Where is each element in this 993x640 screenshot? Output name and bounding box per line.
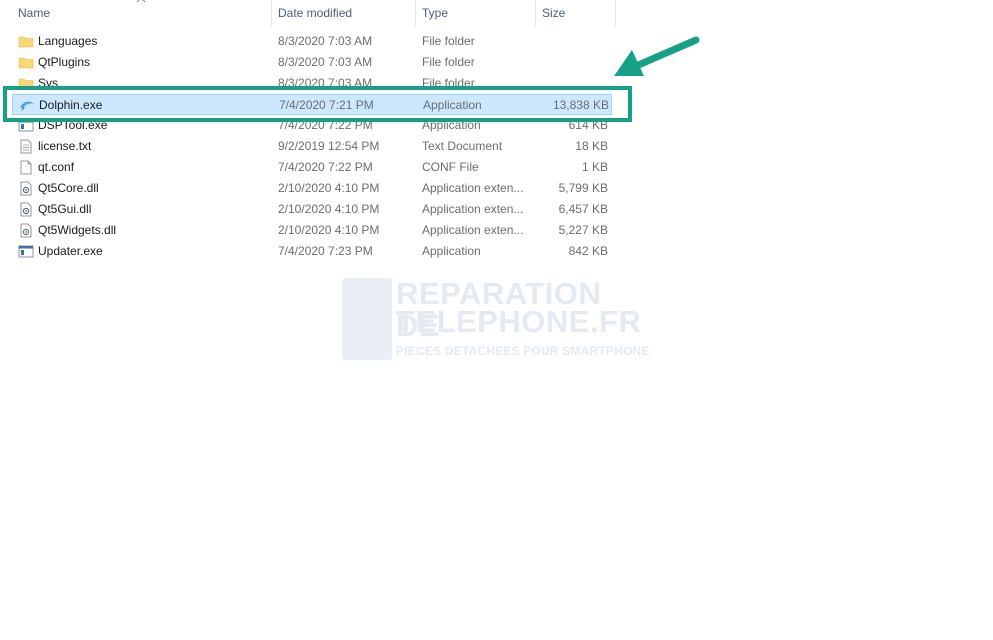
file-type: File folder (422, 34, 475, 48)
file-size: 18 KB (575, 139, 608, 153)
file-name: Qt5Core.dll (38, 181, 99, 195)
dll-icon (18, 202, 34, 217)
file-date: 7/4/2020 7:22 PM (278, 160, 373, 174)
file-row[interactable]: Languages 8/3/2020 7:03 AM File folder (12, 31, 612, 52)
file-row[interactable]: license.txt 9/2/2019 12:54 PM Text Documen… (12, 136, 612, 157)
dll-icon (18, 181, 34, 196)
column-header-size[interactable]: Size (536, 0, 616, 26)
application-icon (18, 244, 34, 259)
watermark-phone-logo (342, 278, 392, 360)
file-name: Updater.exe (38, 244, 103, 258)
file-type: Application (422, 244, 481, 258)
file-row[interactable]: QtPlugins 8/3/2020 7:03 AM File folder (12, 52, 612, 73)
file-size: 6,457 KB (558, 202, 608, 216)
column-header-date[interactable]: Date modified (272, 0, 416, 26)
text-document-icon (18, 139, 34, 154)
file-size (536, 52, 608, 73)
file-name: Qt5Widgets.dll (38, 223, 117, 237)
file-type: Application exten... (422, 202, 524, 216)
file-name: Languages (38, 34, 98, 48)
file-row[interactable]: qt.conf 7/4/2020 7:22 PM CONF File 1 KB (12, 157, 612, 178)
watermark: REPARATION DE TELEPHONE.FR PIECES DETACH… (342, 278, 652, 364)
column-header-type[interactable]: Type (416, 0, 536, 26)
file-date: 2/10/2020 4:10 PM (278, 181, 380, 195)
file-row[interactable]: Updater.exe 7/4/2020 7:23 PM Application 84… (12, 241, 612, 262)
watermark-line3: PIECES DETACHEES POUR SMARTPHONE (396, 344, 650, 358)
pointer-arrow (614, 36, 700, 76)
file-size: 5,227 KB (558, 223, 608, 237)
file-size: 5,799 KB (558, 181, 608, 195)
file-size (536, 31, 608, 52)
file-icon (18, 160, 34, 175)
file-date: 9/2/2019 12:54 PM (278, 139, 380, 153)
dll-icon (18, 223, 34, 238)
highlight-box (3, 86, 632, 122)
file-type: Application exten... (422, 223, 524, 237)
file-size: 1 KB (581, 160, 608, 174)
file-date: 8/3/2020 7:03 AM (278, 55, 373, 69)
folder-icon (18, 55, 34, 70)
file-type: File folder (422, 55, 475, 69)
file-row[interactable]: Qt5Core.dll 2/10/2020 4:10 PM Application … (12, 178, 612, 199)
folder-icon (18, 34, 34, 49)
file-type: Text Document (422, 139, 503, 153)
column-header-bar: Name Date modified Type Size (0, 0, 616, 26)
file-row[interactable]: Qt5Gui.dll 2/10/2020 4:10 PM Application e… (12, 199, 612, 220)
file-date: 8/3/2020 7:03 AM (278, 34, 373, 48)
file-date: 2/10/2020 4:10 PM (278, 223, 380, 237)
file-row[interactable]: Qt5Widgets.dll 2/10/2020 4:10 PM Applicati… (12, 220, 612, 241)
file-type: Application exten... (422, 181, 524, 195)
sort-ascending-icon (136, 0, 146, 3)
file-type: CONF File (422, 160, 479, 174)
watermark-line2: TELEPHONE.FR (396, 304, 642, 339)
file-size: 842 KB (568, 244, 608, 258)
file-date: 7/4/2020 7:23 PM (278, 244, 373, 258)
file-name: qt.conf (38, 160, 75, 174)
file-name: license.txt (38, 139, 92, 153)
file-name: Qt5Gui.dll (38, 202, 92, 216)
file-name: QtPlugins (38, 55, 91, 69)
file-date: 2/10/2020 4:10 PM (278, 202, 380, 216)
